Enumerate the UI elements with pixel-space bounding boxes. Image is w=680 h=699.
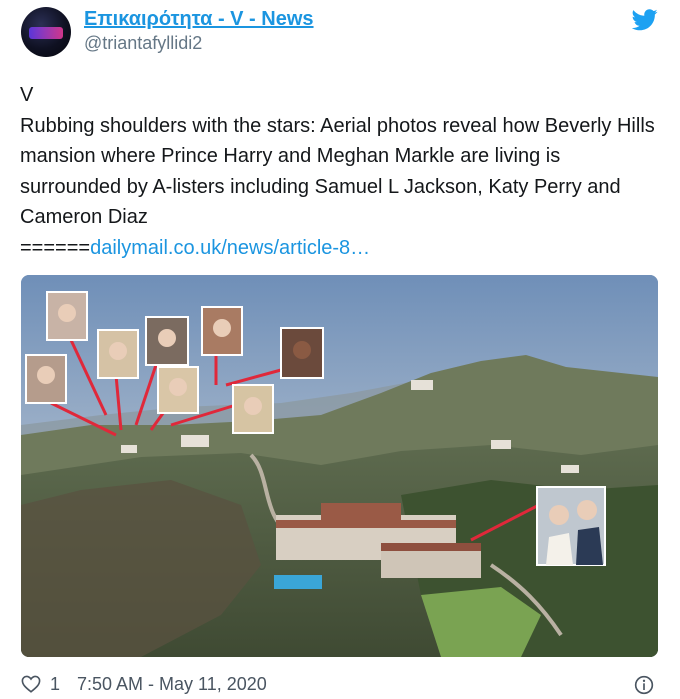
aerial-photo	[21, 275, 658, 657]
tweet-photo[interactable]	[21, 275, 658, 657]
tweet-link-line: ======dailymail.co.uk/news/article-8…	[20, 233, 660, 264]
tweet-footer: 1 7:50 AM - May 11, 2020	[21, 673, 661, 697]
tweet-card: Επικαιρότητα - V - News @triantafyllidi2…	[0, 0, 680, 699]
author-avatar[interactable]	[21, 7, 71, 57]
tweet-text: V Rubbing shoulders with the stars: Aeri…	[20, 80, 660, 263]
author-handle[interactable]: @triantafyllidi2	[84, 33, 202, 54]
tweet-timestamp[interactable]: 7:50 AM - May 11, 2020	[77, 674, 267, 695]
heart-icon[interactable]	[21, 675, 41, 693]
twitter-bird-icon[interactable]	[632, 9, 658, 31]
link-prefix: ======	[20, 236, 91, 259]
tweet-text-line-1: V	[20, 84, 34, 106]
like-count: 1	[50, 674, 61, 694]
article-link[interactable]: dailymail.co.uk/news/article-8…	[90, 237, 370, 259]
author-display-name[interactable]: Επικαιρότητα - V - News	[84, 8, 314, 31]
avatar-glow	[29, 27, 63, 39]
tweet-text-line-2: Rubbing shoulders with the stars: Aerial…	[20, 114, 655, 229]
info-icon[interactable]	[634, 675, 654, 695]
